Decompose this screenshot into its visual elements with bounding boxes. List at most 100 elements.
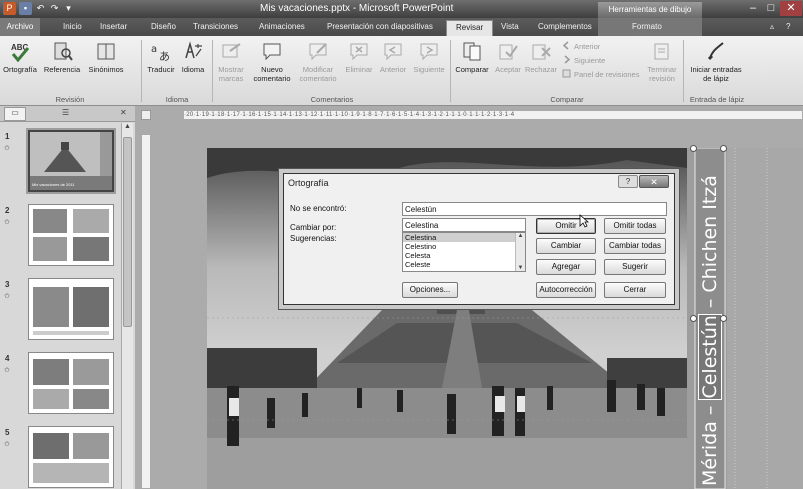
autocorreccion-button[interactable]: Autocorrección bbox=[536, 282, 596, 298]
anterior-comentario-button[interactable]: Anterior bbox=[376, 40, 410, 74]
help-icon[interactable]: ? bbox=[786, 22, 790, 31]
slide-thumbnail-5[interactable] bbox=[28, 426, 114, 488]
maximize-button[interactable]: □ bbox=[762, 1, 780, 16]
omitir-todas-button[interactable]: Omitir todas bbox=[604, 218, 666, 234]
translate-icon: a あ bbox=[151, 44, 170, 62]
slide-thumbnail-2[interactable] bbox=[28, 204, 114, 266]
save-icon[interactable]: ▪ bbox=[19, 2, 32, 15]
selection-handle[interactable] bbox=[690, 145, 697, 152]
tab-vista[interactable]: Vista bbox=[501, 22, 519, 31]
mostrar-marcas-button[interactable]: Mostrar marcas bbox=[214, 40, 248, 83]
aceptar-button[interactable]: Aceptar bbox=[492, 40, 524, 74]
referencia-label: Referencia bbox=[43, 65, 81, 74]
undo-icon[interactable]: ↶ bbox=[34, 2, 47, 15]
siguiente-small-label: Siguiente bbox=[574, 56, 606, 65]
group-separator bbox=[141, 40, 142, 102]
list-item[interactable]: Celestino bbox=[403, 242, 525, 251]
tab-diseno[interactable]: Diseño bbox=[151, 22, 176, 31]
modificar-comentario-button[interactable]: Modificar comentario bbox=[296, 40, 340, 83]
tab-insertar[interactable]: Insertar bbox=[100, 22, 127, 31]
agregar-button[interactable]: Agregar bbox=[536, 259, 596, 275]
slide-thumbnail-1[interactable]: Mis vacaciones de 2011 bbox=[26, 128, 116, 194]
ruler-corner bbox=[141, 110, 151, 120]
scroll-thumb[interactable] bbox=[123, 137, 132, 327]
ortografia-button[interactable]: ABC Ortografía bbox=[2, 40, 38, 74]
list-item[interactable]: Celestina bbox=[403, 233, 525, 242]
close-window-button[interactable]: ✕ bbox=[780, 1, 802, 16]
referencia-button[interactable]: Referencia bbox=[40, 40, 84, 74]
list-item[interactable]: Celesta bbox=[403, 251, 525, 260]
transition-star-icon: ✩ bbox=[4, 441, 10, 448]
group-separator bbox=[683, 40, 684, 102]
transition-star-icon: ✩ bbox=[4, 145, 10, 152]
tab-transiciones[interactable]: Transiciones bbox=[193, 22, 238, 31]
tab-inicio[interactable]: Inicio bbox=[63, 22, 82, 31]
change-to-field[interactable] bbox=[402, 218, 526, 232]
slide-number: 2 bbox=[5, 206, 10, 215]
title-text-merida: Mérida – bbox=[699, 399, 721, 486]
slide-thumbnail-4[interactable] bbox=[28, 352, 114, 414]
tab-revisar[interactable]: Revisar bbox=[446, 20, 494, 36]
delete-comment-icon bbox=[350, 43, 368, 61]
powerpoint-logo-icon[interactable]: P bbox=[3, 2, 16, 15]
customize-quick-access-icon[interactable]: ▾ bbox=[62, 2, 75, 15]
sugerir-button[interactable]: Sugerir bbox=[604, 259, 666, 275]
suggestions-scrollbar[interactable]: ▲ ▼ bbox=[515, 233, 525, 271]
suggestions-list[interactable]: Celestina Celestino Celesta Celeste ▲ ▼ bbox=[402, 232, 526, 272]
revision-label: revisión bbox=[649, 74, 675, 83]
spelling-dialog: Ortografía ? ✕ No se encontró: Cambiar p… bbox=[283, 173, 675, 305]
tab-slides-icon[interactable]: ▭ bbox=[4, 107, 26, 121]
selection-handle[interactable] bbox=[720, 315, 727, 322]
scroll-down-icon[interactable]: ▼ bbox=[516, 265, 525, 271]
selection-handle[interactable] bbox=[720, 145, 727, 152]
comparar-button[interactable]: Comparar bbox=[452, 40, 492, 74]
redo-icon[interactable]: ↷ bbox=[48, 2, 61, 15]
tab-outline-icon[interactable]: ☰ bbox=[62, 108, 69, 117]
dialog-help-button[interactable]: ? bbox=[618, 175, 638, 188]
nuevo-comentario-button[interactable]: Nuevo comentario bbox=[250, 40, 294, 83]
siguiente-cambio-button[interactable]: Siguiente bbox=[562, 55, 605, 65]
minimize-button[interactable]: – bbox=[744, 1, 762, 16]
anterior-cambio-button[interactable]: Anterior bbox=[562, 41, 600, 51]
tab-animaciones[interactable]: Animaciones bbox=[259, 22, 305, 31]
siguiente-comentario-button[interactable]: Siguiente bbox=[410, 40, 448, 74]
close-pane-icon[interactable]: ✕ bbox=[120, 108, 127, 117]
comentario-label: comentario bbox=[253, 74, 291, 83]
selection-handle[interactable] bbox=[690, 315, 697, 322]
slide-number: 4 bbox=[5, 354, 10, 363]
iniciar-entradas-lapiz-button[interactable]: Iniciar entradas de lápiz bbox=[686, 40, 746, 83]
rechazar-button[interactable]: Rechazar bbox=[524, 40, 558, 74]
opciones-button[interactable]: Opciones... bbox=[402, 282, 458, 298]
cerrar-button[interactable]: Cerrar bbox=[604, 282, 666, 298]
tab-complementos[interactable]: Complementos bbox=[538, 22, 592, 31]
scroll-up-icon[interactable]: ▲ bbox=[516, 233, 525, 239]
suggestions-label: Sugerencias: bbox=[290, 234, 337, 243]
slide-1-caption: Mis vacaciones de 2011 bbox=[32, 182, 75, 187]
rechazar-label: Rechazar bbox=[524, 65, 558, 74]
sinonimos-button[interactable]: Sinónimos bbox=[86, 40, 126, 74]
reviewing-pane-icon bbox=[562, 69, 571, 78]
slide-thumbnail-3[interactable] bbox=[28, 278, 114, 340]
slides-pane-scrollbar[interactable]: ▲ bbox=[121, 123, 133, 489]
not-found-field[interactable] bbox=[402, 202, 667, 216]
idioma-button[interactable]: Idioma bbox=[178, 40, 208, 74]
slide-5-preview bbox=[29, 427, 113, 487]
spelling-check-icon: ABC bbox=[11, 43, 30, 62]
sinonimos-label: Sinónimos bbox=[88, 65, 124, 74]
tab-formato[interactable]: Formato bbox=[632, 22, 662, 31]
list-item[interactable]: Celeste bbox=[403, 260, 525, 269]
tab-file[interactable]: Archivo bbox=[0, 18, 40, 36]
panel-revisiones-button[interactable]: Panel de revisiones bbox=[562, 69, 639, 79]
thesaurus-book-icon bbox=[97, 43, 115, 60]
cambiar-button[interactable]: Cambiar bbox=[536, 238, 596, 254]
eliminar-comentario-button[interactable]: Eliminar bbox=[342, 40, 376, 74]
accept-change-icon bbox=[499, 44, 518, 60]
cambiar-todas-button[interactable]: Cambiar todas bbox=[604, 238, 666, 254]
mostrar-label: Mostrar bbox=[218, 65, 244, 74]
tab-presentacion[interactable]: Presentación con diapositivas bbox=[327, 22, 433, 31]
terminar-revision-button[interactable]: Terminar revisión bbox=[644, 40, 680, 83]
scroll-up-icon[interactable]: ▲ bbox=[122, 123, 133, 130]
dialog-close-button[interactable]: ✕ bbox=[639, 175, 669, 188]
minimize-ribbon-icon[interactable]: ▵ bbox=[770, 22, 774, 31]
traducir-button[interactable]: a あ Traducir bbox=[144, 40, 178, 74]
